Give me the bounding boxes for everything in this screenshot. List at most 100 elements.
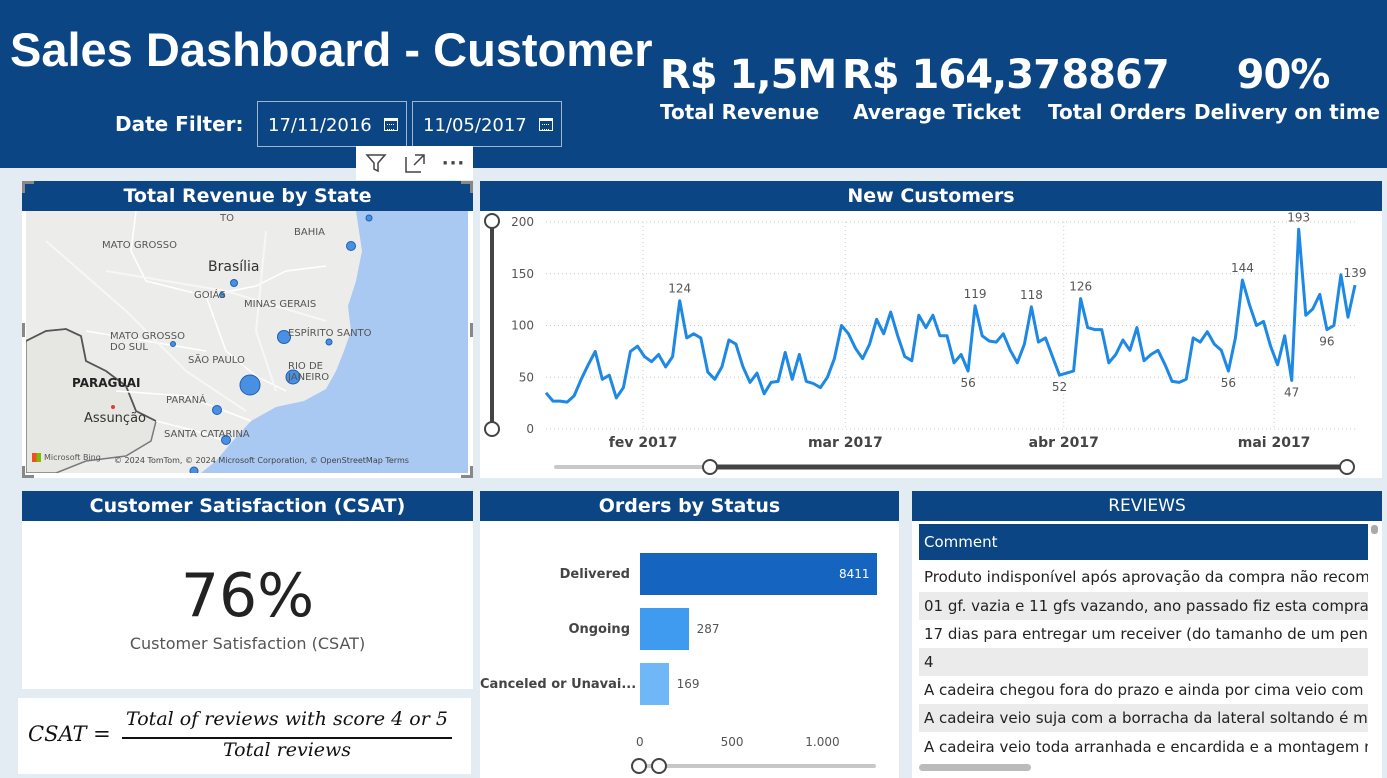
panel-title: Orders by Status — [480, 491, 899, 521]
visual-toolbar: ··· — [356, 146, 473, 180]
resize-handle[interactable] — [22, 466, 25, 478]
page-title: Sales Dashboard - Customer — [10, 23, 653, 76]
data-label: 193 — [1287, 211, 1310, 224]
revenue-bubble — [212, 405, 222, 415]
formula-numerator: Total of reviews with score 4 or 5 — [126, 708, 448, 730]
data-label: 118 — [1020, 288, 1043, 302]
map-label: SÃO PAULO — [188, 355, 245, 366]
panel-title: New Customers — [480, 181, 1382, 211]
resize-handle[interactable] — [470, 323, 473, 337]
date-end-input[interactable]: 11/05/2017 — [412, 101, 562, 147]
kpi-total-revenue: R$ 1,5M Total Revenue — [660, 52, 837, 126]
table-row[interactable]: 01 gf. vazia e 11 gfs vazando, ano passa… — [919, 592, 1368, 620]
map-label: ESPÍRITO SANTO — [288, 328, 372, 339]
panel-title: Customer Satisfaction (CSAT) — [22, 491, 473, 521]
map-label: MINAS GERAIS — [244, 299, 317, 310]
zoom-slider-start[interactable] — [631, 758, 647, 774]
date-filter-label: Date Filter: — [115, 112, 244, 136]
bing-text: Microsoft Bing — [44, 453, 101, 462]
data-label: 47 — [1284, 385, 1299, 399]
map-label: TO — [220, 213, 234, 224]
resize-handle[interactable] — [470, 466, 473, 478]
y-tick-label: 50 — [519, 370, 534, 384]
x-tick-label: 0 — [636, 735, 644, 749]
data-label: 126 — [1069, 280, 1092, 294]
calendar-icon[interactable] — [539, 118, 553, 131]
table-row[interactable]: A cadeira veio toda arranhada e encardid… — [919, 733, 1368, 761]
bar-value-label: 8411 — [839, 567, 870, 581]
data-label: 119 — [964, 287, 987, 301]
revenue-map[interactable]: MATO GROSSO TO BAHIA Brasília GOIÁS MINA… — [26, 211, 468, 473]
new-customers-panel[interactable]: New Customers 0 50 100 150 200 fev 2017 mar 20… — [480, 181, 1382, 478]
y-tick-label: 100 — [511, 319, 534, 333]
resize-handle[interactable] — [470, 181, 473, 193]
data-label: 56 — [960, 376, 975, 390]
zoom-slider-track[interactable] — [640, 764, 876, 768]
y-zoom-slider-top — [484, 213, 500, 229]
resize-handle[interactable] — [22, 181, 25, 193]
map-panel[interactable]: Total Revenue by State MATO GROSSO TO BA… — [22, 181, 473, 478]
bar-category-label: Canceled or Unavai... — [480, 677, 637, 692]
focus-mode-button[interactable] — [395, 146, 434, 180]
map-label: BAHIA — [294, 227, 326, 238]
bar[interactable] — [640, 663, 669, 705]
csat-panel: Customer Satisfaction (CSAT) 76% Custome… — [22, 491, 473, 689]
x-tick-label: 500 — [720, 735, 744, 749]
table-row[interactable]: 17 dias para entregar um receiver (do ta… — [919, 620, 1368, 648]
revenue-bubble — [325, 338, 333, 346]
calendar-icon[interactable] — [384, 118, 398, 131]
date-start-input[interactable]: 17/11/2016 — [257, 101, 407, 147]
bar-category-label: Delivered — [559, 567, 630, 582]
horizontal-scrollbar[interactable] — [919, 764, 1031, 771]
csat-label: Customer Satisfaction (CSAT) — [129, 634, 366, 653]
y-tick-label: 150 — [511, 267, 534, 281]
reviews-panel[interactable]: REVIEWS Comment Produto indisponível apó… — [912, 491, 1382, 778]
column-header-comment[interactable]: Comment — [919, 524, 1368, 560]
bar[interactable] — [640, 608, 689, 650]
map-label: MATO GROSSO — [102, 240, 177, 251]
x-tick-label: fev 2017 — [609, 435, 678, 451]
more-options-icon: ··· — [441, 152, 466, 174]
kpi-value: R$ 164,37 — [842, 52, 1061, 98]
bar-value-label: 287 — [696, 622, 720, 636]
more-options-button[interactable]: ··· — [434, 146, 473, 180]
csat-value: 76% — [180, 561, 315, 631]
map-label: PARAGUAI — [72, 376, 141, 390]
panel-title: Total Revenue by State — [22, 181, 473, 211]
data-label: 52 — [1052, 380, 1067, 394]
zoom-slider-end[interactable] — [651, 758, 667, 774]
map-attribution[interactable]: © 2024 TomTom, © 2024 Microsoft Corporat… — [114, 456, 409, 465]
map-label: PARANÁ — [166, 395, 206, 406]
x-tick-label: mai 2017 — [1238, 435, 1311, 451]
filter-button[interactable] — [356, 146, 395, 180]
header-bar: Sales Dashboard - Customer Date Filter: … — [0, 0, 1387, 168]
kpi-average-ticket: R$ 164,37 Average Ticket — [842, 52, 1061, 126]
map-label: MATO GROSSO DO SUL — [110, 331, 185, 353]
city-marker — [111, 405, 115, 409]
orders-status-panel[interactable]: Orders by Status Delivered 8411 Ongoing 287… — [480, 491, 899, 778]
panel-title: REVIEWS — [912, 491, 1382, 521]
bing-logo: Microsoft Bing — [32, 453, 101, 462]
data-label: 96 — [1319, 335, 1334, 349]
microsoft-logo-icon — [32, 453, 41, 462]
revenue-bubble — [365, 214, 373, 222]
revenue-bubble — [230, 279, 238, 287]
formula-lhs: CSAT = — [28, 722, 111, 746]
x-zoom-slider-start — [702, 459, 718, 475]
vertical-scrollbar[interactable] — [1371, 525, 1378, 534]
x-zoom-slider-end — [1339, 459, 1355, 475]
table-row[interactable]: A cadeira veio suja com a borracha da la… — [919, 704, 1368, 732]
x-tick-label: 1.000 — [805, 735, 840, 749]
table-row[interactable]: 4 — [919, 648, 1368, 676]
resize-handle[interactable] — [22, 323, 25, 337]
y-tick-label: 0 — [526, 422, 534, 436]
kpi-value: R$ 1,5M — [660, 52, 837, 98]
date-start-value: 17/11/2016 — [268, 115, 372, 136]
revenue-bubble — [346, 241, 356, 251]
data-label: 124 — [668, 282, 691, 296]
table-row[interactable]: A cadeira chegou fora do prazo e ainda p… — [919, 676, 1368, 704]
table-row[interactable]: Produto indisponível após aprovação da c… — [919, 563, 1368, 591]
data-label: 139 — [1344, 266, 1367, 280]
y-tick-label: 200 — [511, 215, 534, 229]
new-customers-chart[interactable]: 0 50 100 150 200 fev 2017 mar 2017 abr 2017 mai … — [480, 211, 1382, 478]
